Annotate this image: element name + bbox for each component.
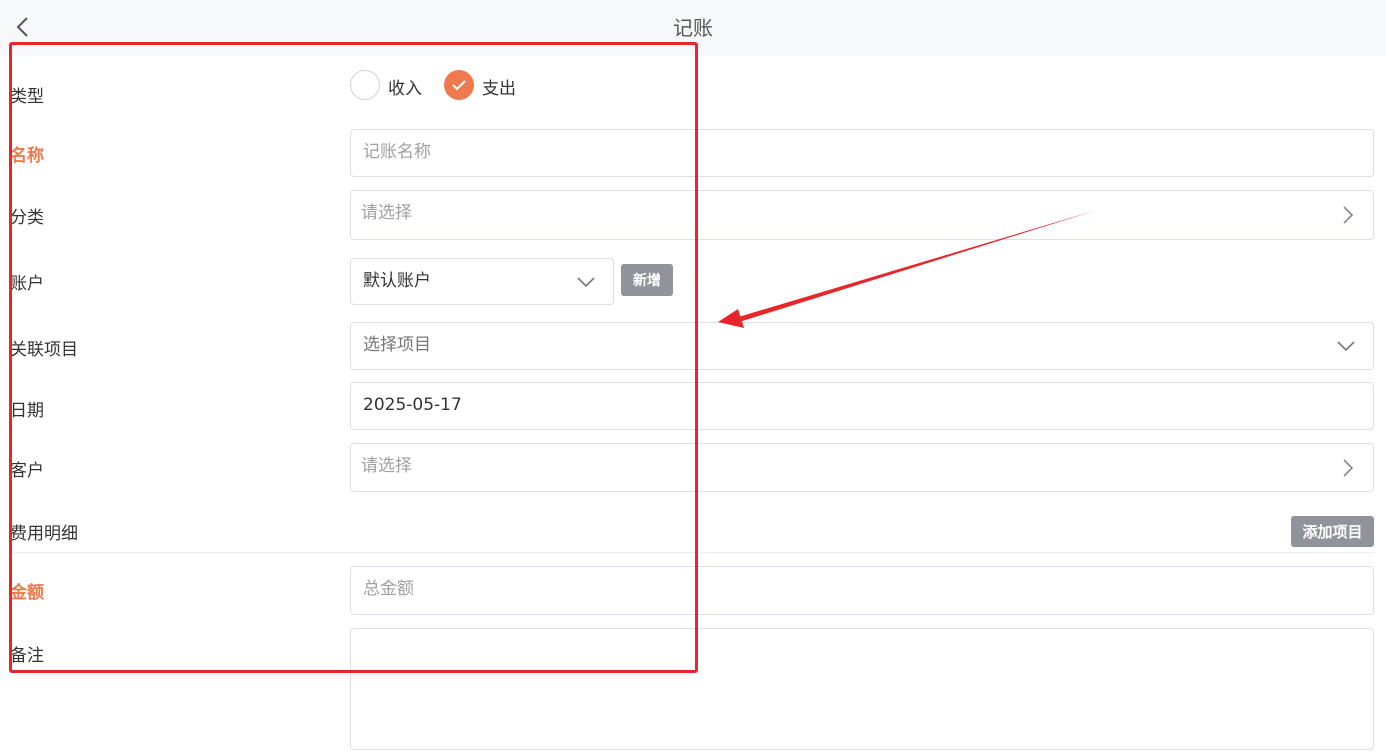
- annotation-arrow-icon: [718, 210, 1097, 328]
